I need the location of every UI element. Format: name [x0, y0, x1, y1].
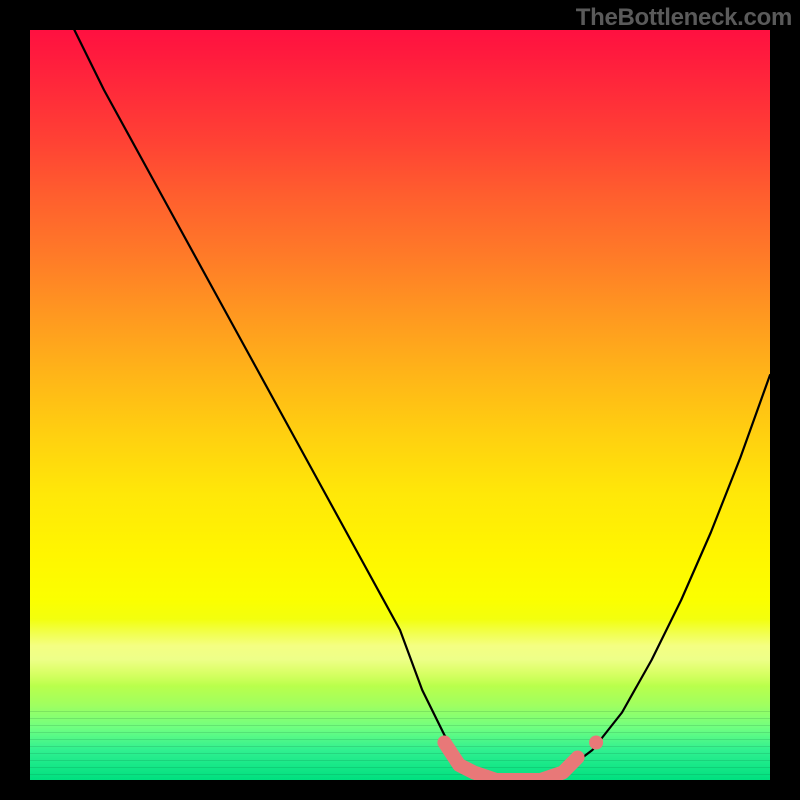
watermark-text: TheBottleneck.com — [576, 4, 792, 32]
chart-frame: TheBottleneck.com — [0, 0, 800, 800]
valley-highlight-dot — [589, 736, 603, 750]
bottleneck-curve — [74, 30, 770, 780]
plot-area — [30, 30, 770, 780]
valley-highlight — [444, 743, 577, 781]
curves-svg — [30, 30, 770, 780]
